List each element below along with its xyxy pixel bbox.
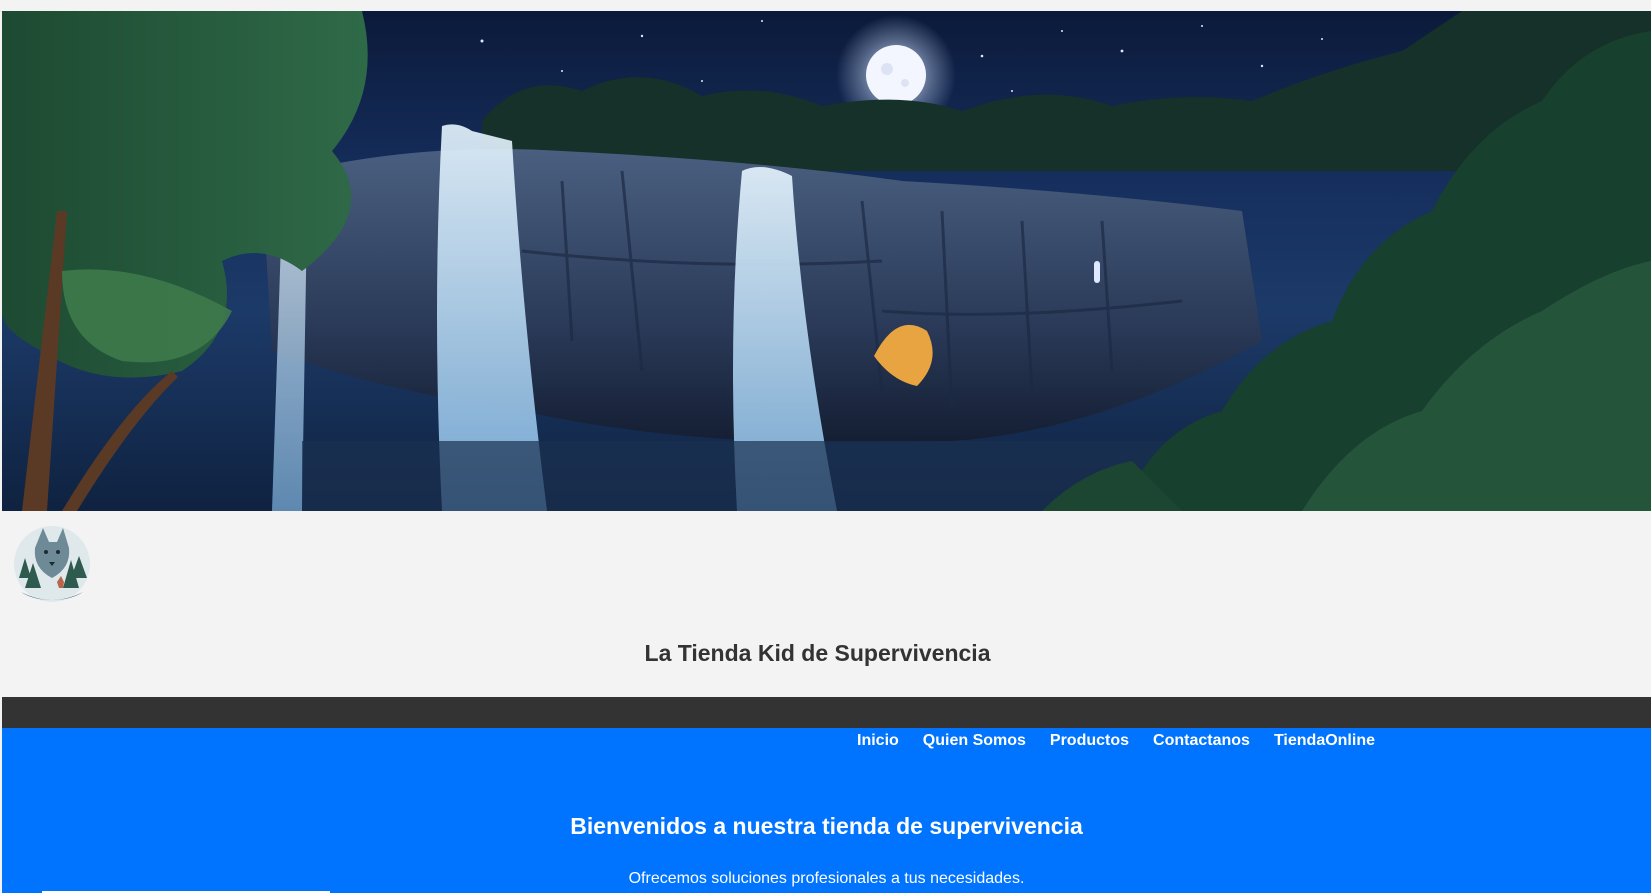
nav-item-contactanos[interactable]: Contactanos — [1141, 730, 1262, 752]
tagline-text: Ofrecemos soluciones profesionales a tus… — [628, 870, 1025, 887]
nav-item-tienda-online[interactable]: TiendaOnline — [1262, 730, 1387, 752]
hero-landscape-illustration — [2, 11, 1651, 511]
nav-item-quien-somos[interactable]: Quien Somos — [911, 730, 1038, 752]
moon — [866, 45, 926, 105]
hero-banner-image — [2, 11, 1651, 511]
nav-item-inicio[interactable]: Inicio — [857, 730, 911, 752]
header-area — [0, 511, 1651, 697]
site-title-text: La Tienda Kid de Supervivencia — [644, 640, 991, 666]
tagline: Ofrecemos soluciones profesionales a tus… — [0, 870, 1651, 888]
welcome-section — [2, 728, 1651, 893]
cliff-top-forest — [482, 11, 1651, 171]
main-nav: Inicio Quien Somos Productos Contactanos… — [857, 730, 1387, 752]
wolf-forest-logo-icon — [11, 518, 93, 606]
welcome-heading: Bienvenidos a nuestra tienda de superviv… — [0, 813, 1651, 840]
site-title: La Tienda Kid de Supervivencia — [0, 640, 1651, 667]
welcome-heading-text: Bienvenidos a nuestra tienda de superviv… — [570, 813, 1083, 839]
dark-bar — [2, 697, 1651, 728]
nav-item-productos[interactable]: Productos — [1038, 730, 1141, 752]
page: La Tienda Kid de Supervivencia Inicio Qu… — [0, 0, 1651, 893]
